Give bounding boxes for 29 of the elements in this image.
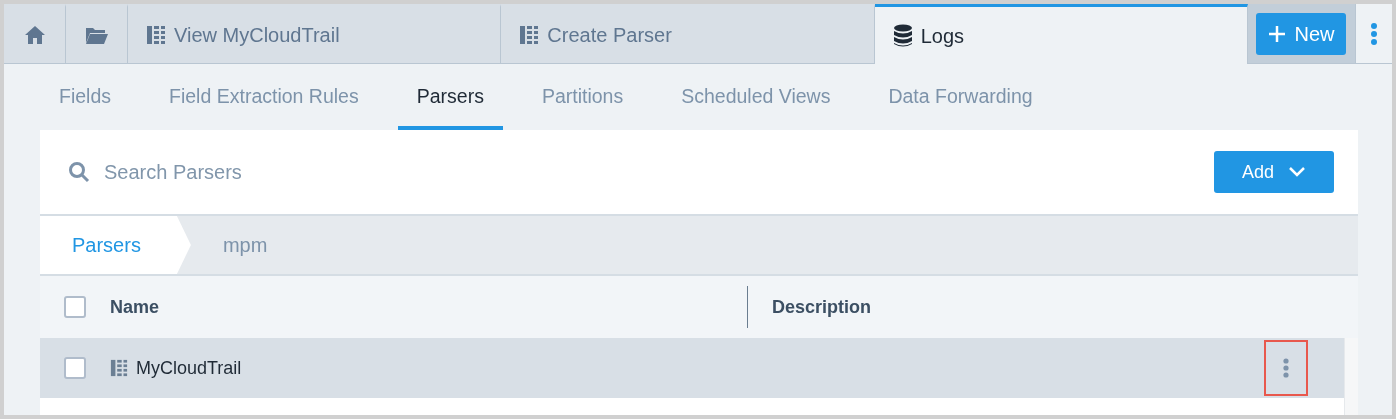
more-icon[interactable] — [1370, 22, 1378, 45]
tab[interactable]: Field Extraction Rules — [150, 64, 378, 130]
database-icon — [892, 23, 913, 48]
parser-icon — [146, 25, 166, 45]
tab[interactable]: Logs — [874, 4, 1248, 64]
add-button[interactable]: Add — [1214, 151, 1334, 193]
column-header[interactable]: Name — [110, 293, 747, 321]
checkbox[interactable] — [64, 357, 86, 379]
parser-icon — [110, 359, 128, 377]
row-name: MyCloudTrail — [136, 356, 242, 380]
breadcrumb-item[interactable]: Parsers — [40, 216, 191, 274]
row-menu-button[interactable] — [1264, 340, 1308, 396]
column-header[interactable]: Description — [772, 293, 872, 321]
parser-icon — [519, 25, 540, 45]
more-icon — [1283, 358, 1289, 378]
tab[interactable]: Partitions — [522, 64, 643, 130]
plus-icon — [1268, 24, 1287, 43]
folder-icon — [84, 25, 109, 45]
scrollbar[interactable] — [1344, 338, 1358, 415]
new-button[interactable]: New — [1256, 12, 1347, 55]
home-icon — [23, 25, 46, 45]
table-row[interactable]: MyCloudTrail — [40, 338, 1344, 398]
tab[interactable]: Scheduled Views — [662, 64, 850, 130]
chevron-down-icon — [1288, 166, 1306, 178]
search-icon — [68, 161, 90, 183]
breadcrumb-item[interactable]: mpm — [190, 216, 300, 274]
tab[interactable]: Data Forwarding — [869, 64, 1052, 130]
checkbox[interactable] — [64, 296, 86, 318]
tab[interactable]: Fields — [40, 64, 131, 130]
